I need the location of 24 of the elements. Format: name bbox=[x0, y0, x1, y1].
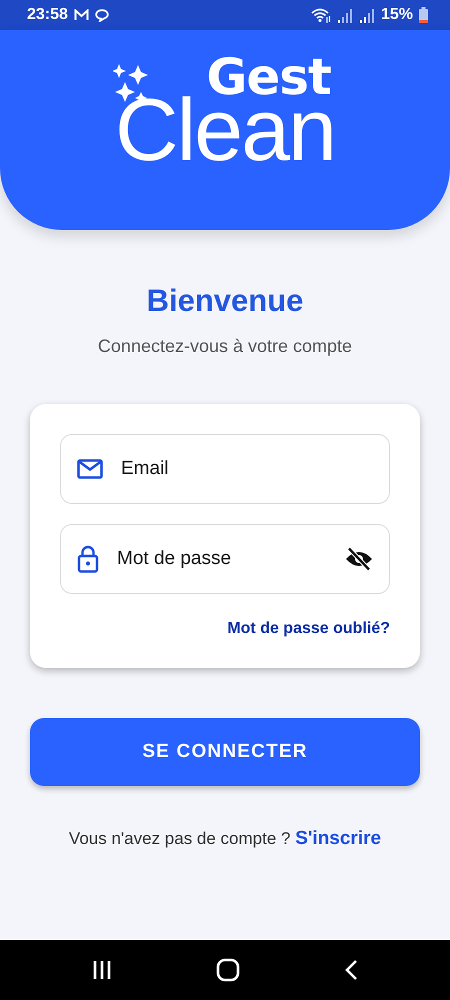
forgot-password-link[interactable]: Mot de passe oublié? bbox=[227, 620, 390, 638]
battery-level: 15% bbox=[380, 6, 413, 24]
recent-apps-icon[interactable] bbox=[92, 960, 112, 980]
signup-prompt: Vous n'avez pas de compte ? S'inscrire bbox=[68, 828, 382, 850]
email-input[interactable]: Email bbox=[121, 458, 373, 480]
welcome-title: Bienvenue bbox=[146, 283, 304, 319]
password-input[interactable]: Mot de passe bbox=[117, 548, 327, 570]
lock-icon bbox=[77, 545, 99, 573]
clock: 23:58 bbox=[27, 6, 68, 24]
chat-icon bbox=[94, 8, 109, 22]
email-field[interactable]: Email bbox=[60, 434, 390, 504]
eye-off-icon[interactable] bbox=[345, 547, 373, 571]
signup-link[interactable]: S'inscrire bbox=[295, 828, 382, 849]
home-icon[interactable] bbox=[216, 958, 240, 982]
signal-icon bbox=[358, 8, 375, 22]
back-icon[interactable] bbox=[344, 959, 358, 981]
envelope-icon bbox=[77, 459, 103, 479]
login-button[interactable]: SE CONNECTER bbox=[30, 718, 420, 786]
battery-icon bbox=[419, 7, 428, 23]
mail-icon bbox=[74, 9, 89, 21]
password-field[interactable]: Mot de passe bbox=[60, 524, 390, 594]
subtitle: Connectez-vous à votre compte bbox=[98, 336, 352, 357]
wifi-icon bbox=[310, 7, 331, 23]
signal-icon bbox=[336, 8, 353, 22]
